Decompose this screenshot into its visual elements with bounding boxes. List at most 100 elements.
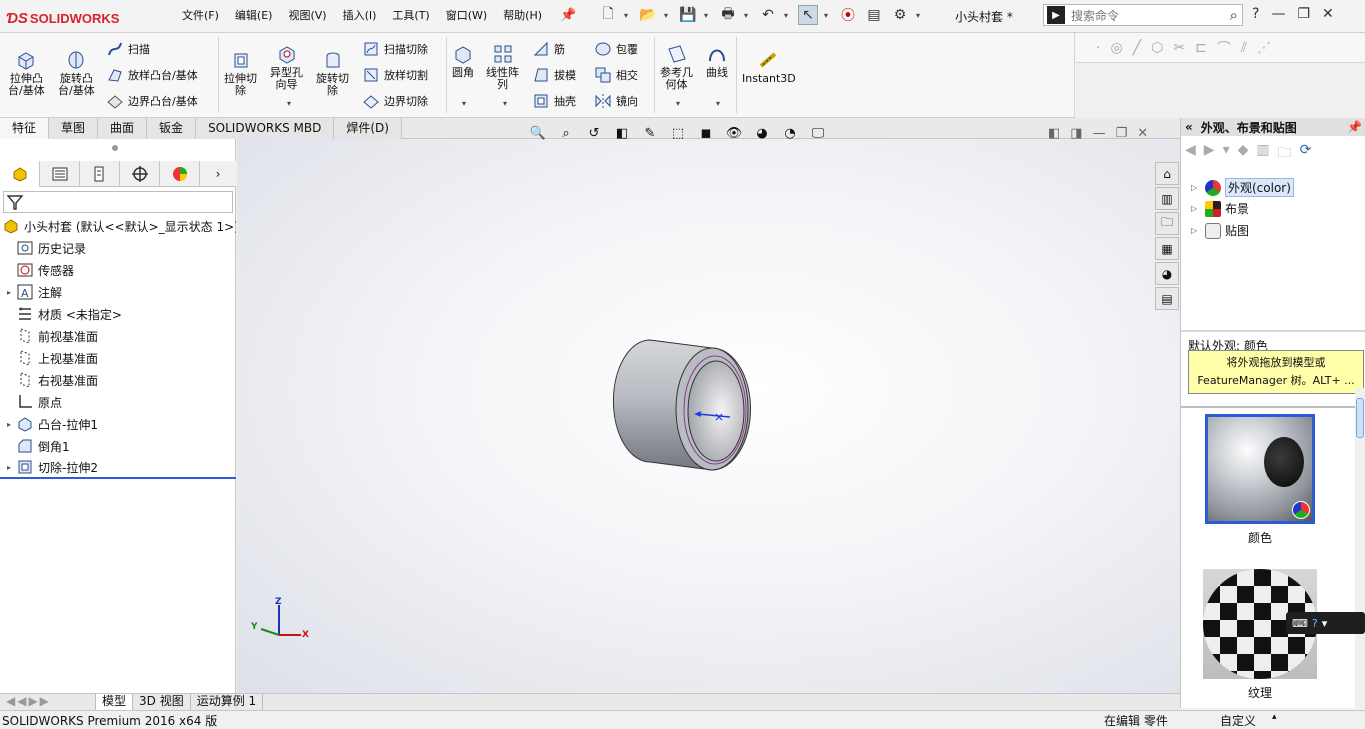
property-manager-tab-icon[interactable]: [40, 161, 80, 187]
mirror-sketch-icon[interactable]: ⫽: [1241, 40, 1247, 56]
collapse-pane-icon[interactable]: «: [1185, 120, 1193, 134]
shell-button[interactable]: 抽壳: [532, 91, 576, 111]
tree-root[interactable]: 小头村套 (默认<<默认>_显示状态 1>): [0, 215, 236, 237]
minimize-icon[interactable]: —: [1271, 6, 1285, 22]
tube-part-model[interactable]: [592, 334, 762, 474]
zoom-to-area-icon[interactable]: ⌕: [556, 124, 576, 142]
search-icon[interactable]: ⌕: [1230, 6, 1238, 24]
file-properties-icon[interactable]: ▤: [864, 5, 884, 25]
chevron-down-icon[interactable]: ▾: [462, 99, 466, 108]
tree-item[interactable]: 传感器: [0, 259, 236, 281]
extrude-boss-button[interactable]: 拉伸凸 台/基体: [8, 49, 45, 97]
tab-mbd[interactable]: SOLIDWORKS MBD: [196, 118, 335, 139]
chevron-down-icon[interactable]: ▾: [503, 99, 507, 108]
appearance-tree-item-color[interactable]: ▷ 外观(color): [1191, 178, 1294, 197]
tab-sheet-metal[interactable]: 钣金: [147, 118, 197, 139]
help-icon[interactable]: ?: [1252, 6, 1259, 22]
tree-item[interactable]: 右视基准面: [0, 369, 236, 391]
chevron-right-icon[interactable]: ›: [200, 161, 236, 187]
revolve-boss-button[interactable]: 旋转凸 台/基体: [58, 49, 95, 97]
polygon-icon[interactable]: ⬡: [1151, 40, 1163, 56]
tab-features[interactable]: 特征: [0, 118, 50, 139]
chevron-down-icon[interactable]: ▾: [287, 99, 291, 108]
search-input[interactable]: 搜索命令: [1071, 7, 1230, 24]
chevron-down-icon[interactable]: ▾: [1223, 142, 1230, 166]
tree-item[interactable]: 历史记录: [0, 237, 236, 259]
tree-item[interactable]: 原点: [0, 391, 236, 413]
pin-menu-icon[interactable]: 📌: [560, 8, 576, 23]
section-view-icon[interactable]: ◧: [612, 124, 632, 142]
folder-icon[interactable]: 🗀: [1278, 142, 1292, 166]
appearance-swatch-color[interactable]: [1205, 414, 1315, 524]
tree-filter-field[interactable]: [3, 191, 233, 213]
menu-file[interactable]: 文件(F): [174, 8, 227, 24]
panel-grip-icon[interactable]: [112, 145, 118, 151]
wrap-button[interactable]: 包覆: [594, 39, 638, 59]
chevron-down-icon[interactable]: ▾: [916, 11, 924, 20]
point-icon[interactable]: ·: [1096, 40, 1100, 56]
boundary-cut-button[interactable]: 边界切除: [362, 91, 428, 111]
trim-icon[interactable]: ✂: [1173, 40, 1185, 56]
boundary-boss-button[interactable]: 边界凸台/基体: [106, 91, 198, 111]
tab-surfaces[interactable]: 曲面: [98, 118, 148, 139]
hide-show-items-icon[interactable]: 👁: [724, 124, 744, 142]
chevron-down-icon[interactable]: ▾: [784, 11, 792, 20]
loft-boss-button[interactable]: 放样凸台/基体: [106, 65, 198, 85]
display-manager-tab-icon[interactable]: [160, 161, 200, 187]
appearance-tree-item-scene[interactable]: ▷ 布景: [1191, 200, 1249, 217]
mirror-button[interactable]: 镜向: [594, 91, 638, 111]
view-palette-icon[interactable]: ▦: [1155, 237, 1179, 260]
menu-view[interactable]: 视图(V): [280, 8, 334, 24]
dimxpert-tab-icon[interactable]: [120, 161, 160, 187]
tree-item[interactable]: ▸ 切除-拉伸2: [0, 457, 236, 479]
design-library-icon[interactable]: ▥: [1155, 187, 1179, 210]
pane-splitter[interactable]: [1181, 406, 1356, 408]
pane-splitter[interactable]: [1181, 330, 1365, 332]
custom-properties-icon[interactable]: ▤: [1155, 287, 1179, 310]
rebuild-traffic-light-icon[interactable]: ⦿: [838, 5, 858, 25]
tab-model[interactable]: 模型: [96, 694, 134, 710]
curves-button[interactable]: 曲线: [706, 43, 728, 79]
chevron-up-icon[interactable]: ▴: [1272, 712, 1277, 722]
menu-edit[interactable]: 编辑(E): [227, 8, 281, 24]
linear-pattern-button[interactable]: 线性阵 列: [486, 43, 519, 91]
previous-view-icon[interactable]: ↺: [584, 124, 604, 142]
tab-3d-views[interactable]: 3D 视图: [133, 694, 191, 710]
viewport-minimize-icon[interactable]: —: [1093, 126, 1106, 141]
chevron-down-icon[interactable]: ▾: [664, 11, 672, 20]
appearances-tab-icon[interactable]: ◕: [1155, 262, 1179, 285]
sweep-cut-button[interactable]: 扫描切除: [362, 39, 428, 59]
chevron-down-icon[interactable]: ▾: [744, 11, 752, 20]
instant3d-button[interactable]: Instant3D: [742, 49, 796, 85]
ime-help-icon[interactable]: ?: [1312, 617, 1318, 630]
chevron-down-icon[interactable]: ▾: [716, 99, 720, 108]
view-settings-icon[interactable]: 🖵: [808, 124, 828, 142]
select-cursor-icon[interactable]: ↖: [798, 5, 818, 25]
draft-button[interactable]: 拔模: [532, 65, 576, 85]
fillet-sketch-icon[interactable]: ⌒: [1217, 38, 1231, 58]
tree-item[interactable]: 材质 <未指定>: [0, 303, 236, 325]
chevron-down-icon[interactable]: ▾: [676, 99, 680, 108]
rib-button[interactable]: 筋: [532, 39, 565, 59]
menu-window[interactable]: 窗口(W): [438, 8, 495, 24]
dynamic-annotation-icon[interactable]: ✎: [640, 124, 660, 142]
graphics-area[interactable]: Z X Y: [237, 139, 1180, 693]
add-to-favorites-icon[interactable]: ◆: [1238, 142, 1249, 166]
chevron-down-icon[interactable]: ▾: [824, 11, 832, 20]
chevron-down-icon[interactable]: ▾: [704, 11, 712, 20]
intersect-button[interactable]: 相交: [594, 65, 638, 85]
expand-arrow-icon[interactable]: ▸: [4, 463, 14, 472]
sweep-button[interactable]: 扫描: [106, 39, 150, 59]
refresh-icon[interactable]: ⟳: [1300, 142, 1312, 166]
edit-appearance-icon[interactable]: ◕: [752, 124, 772, 142]
fillet-button[interactable]: 圆角: [452, 43, 474, 79]
offset-icon[interactable]: ⊏: [1195, 40, 1207, 56]
circle-icon[interactable]: ◎: [1110, 40, 1122, 56]
tab-motion-study[interactable]: 运动算例 1: [191, 694, 264, 710]
expand-arrow-icon[interactable]: ▷: [1191, 226, 1201, 235]
save-icon[interactable]: 💾: [678, 5, 698, 25]
view-orientation-icon[interactable]: ⬚: [668, 124, 688, 142]
tree-item[interactable]: ▸ A 注解: [0, 281, 236, 303]
back-icon[interactable]: ◀: [1185, 142, 1196, 166]
search-commands[interactable]: ▶ 搜索命令 ⌕: [1043, 4, 1243, 26]
